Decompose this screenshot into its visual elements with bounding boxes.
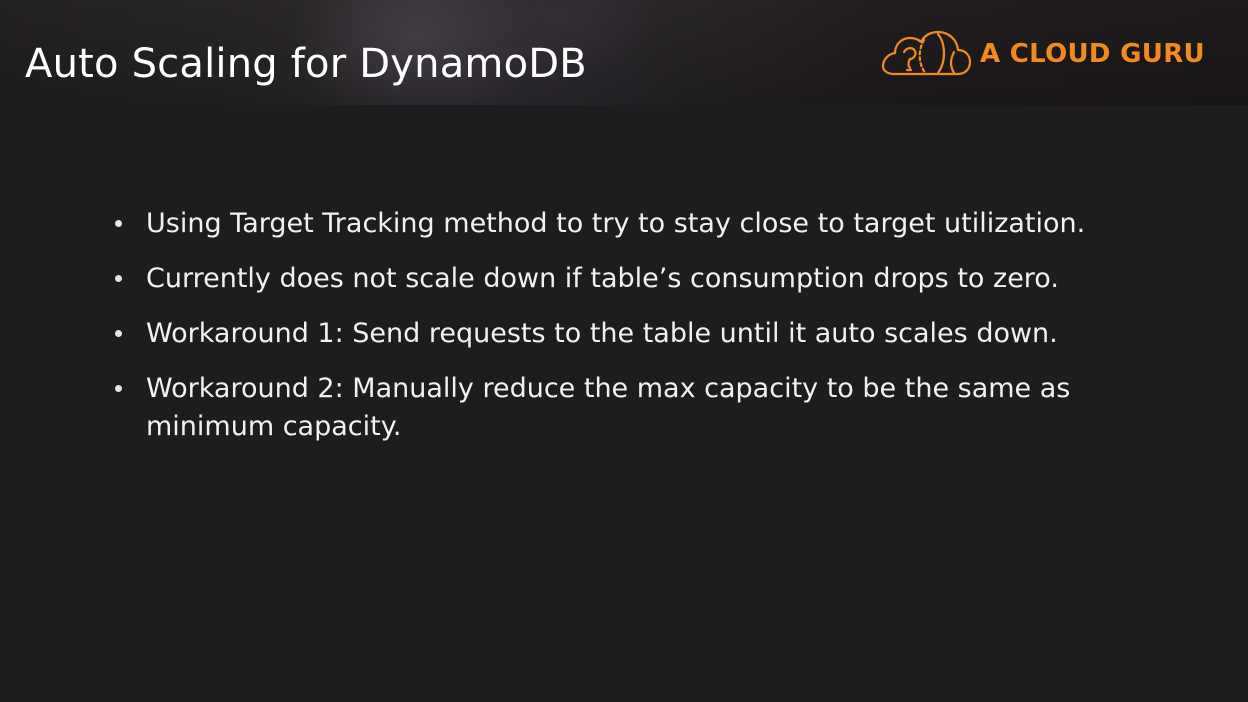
slide-title: Auto Scaling for DynamoDB <box>25 41 587 87</box>
bullet-dot-icon <box>115 330 122 337</box>
bullet-dot-icon <box>115 385 122 392</box>
cloud-logo-icon <box>881 30 972 76</box>
brand-logo: A CLOUD GURU <box>880 26 1205 82</box>
brand-name: A CLOUD GURU <box>980 39 1205 69</box>
bullet-dot-icon <box>115 275 122 282</box>
bullet-text: Workaround 2: Manually reduce the max ca… <box>146 373 1071 442</box>
bullet-text: Using Target Tracking method to try to s… <box>146 208 1086 239</box>
bullet-item: Workaround 2: Manually reduce the max ca… <box>110 370 1140 446</box>
slide-header: Auto Scaling for DynamoDB A CLOUD GURU <box>0 0 1248 105</box>
bullet-item: Workaround 1: Send requests to the table… <box>110 315 1140 353</box>
bullet-dot-icon <box>115 220 122 227</box>
slide: Auto Scaling for DynamoDB A CLOUD GURU U… <box>0 0 1248 702</box>
bullet-text: Currently does not scale down if table’s… <box>146 263 1059 294</box>
bullet-list: Using Target Tracking method to try to s… <box>110 205 1140 446</box>
bullet-item: Currently does not scale down if table’s… <box>110 260 1140 298</box>
slide-body: Using Target Tracking method to try to s… <box>110 205 1140 463</box>
bullet-text: Workaround 1: Send requests to the table… <box>146 318 1058 349</box>
bullet-item: Using Target Tracking method to try to s… <box>110 205 1140 243</box>
